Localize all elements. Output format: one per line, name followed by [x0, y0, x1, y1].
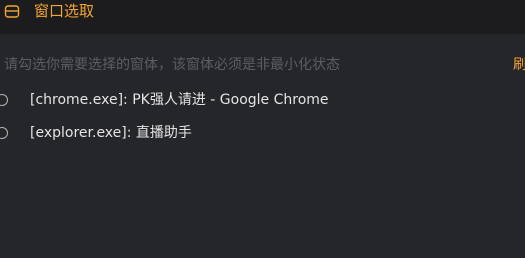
window-item-label: [explorer.exe]: 直播助手: [30, 125, 192, 141]
refresh-button[interactable]: 刷新: [513, 55, 525, 75]
radio-button[interactable]: [0, 127, 8, 139]
window-item-chrome[interactable]: [chrome.exe]: PK强人请进 - Google Chrome: [0, 89, 380, 111]
window-icon: [4, 3, 20, 19]
title-bar: 窗口选取: [0, 0, 525, 34]
radio-button[interactable]: [0, 94, 8, 106]
dialog-title: 窗口选取: [34, 2, 95, 20]
window-picker-dialog: 窗口选取 请勾选你需要选择的窗体，该窗体必须是非最小化状态 刷新 [chrome…: [0, 0, 525, 258]
window-item-explorer[interactable]: [explorer.exe]: 直播助手: [0, 122, 380, 144]
window-item-label: [chrome.exe]: PK强人请进 - Google Chrome: [30, 92, 329, 108]
instruction-text: 请勾选你需要选择的窗体，该窗体必须是非最小化状态: [4, 57, 340, 73]
